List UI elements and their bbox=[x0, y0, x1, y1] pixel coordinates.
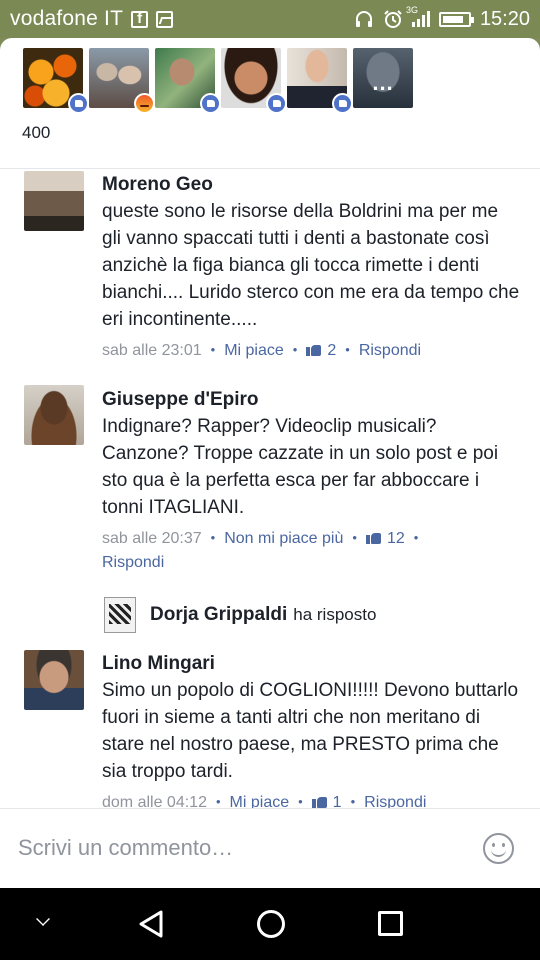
clock: 15:20 bbox=[479, 7, 530, 30]
status-icons: 3G 15:20 bbox=[354, 5, 530, 31]
comment-time: sab alle 20:37 bbox=[102, 530, 202, 547]
separator: • bbox=[292, 342, 298, 357]
like-reaction-icon bbox=[200, 93, 221, 114]
home-icon[interactable] bbox=[257, 910, 285, 938]
reactor-avatar[interactable] bbox=[89, 48, 155, 114]
reactor-avatar[interactable] bbox=[23, 48, 89, 114]
comment-text: Simo un popolo di COGLIONI!!!!! Devono b… bbox=[102, 680, 519, 782]
separator: • bbox=[352, 530, 357, 545]
avatar[interactable] bbox=[24, 650, 84, 710]
recent-apps-icon[interactable] bbox=[378, 911, 403, 936]
thumbs-up-icon bbox=[306, 342, 322, 356]
like-button[interactable]: Mi piace bbox=[224, 342, 284, 359]
separator: • bbox=[210, 342, 216, 357]
battery-icon bbox=[438, 11, 474, 27]
like-button[interactable]: Mi piace bbox=[230, 794, 290, 809]
angry-reaction-icon bbox=[134, 93, 155, 114]
like-count[interactable]: 2 bbox=[306, 342, 336, 359]
reply-preview[interactable]: Dorja Grippaldi ha risposto bbox=[104, 597, 376, 633]
hide-keyboard-icon[interactable] bbox=[36, 912, 50, 926]
headset-icon bbox=[355, 11, 372, 27]
comment-text: queste sono le risorse della Boldrini ma… bbox=[102, 201, 520, 330]
reply-button[interactable]: Rispondi bbox=[359, 342, 421, 359]
signal-icon: 3G bbox=[406, 5, 430, 27]
comment-meta: sab alle 23:01 • Mi piace • 2 • Rispondi bbox=[102, 339, 522, 363]
comment-meta: sab alle 20:37 • Non mi piace più • 12 • Rispo… bbox=[102, 527, 522, 575]
avatar[interactable] bbox=[24, 385, 84, 445]
comment-time: sab alle 23:01 bbox=[102, 342, 202, 359]
separator: • bbox=[215, 794, 221, 809]
comment-author[interactable]: Moreno Geo bbox=[102, 173, 522, 197]
like-reaction-icon bbox=[332, 93, 353, 114]
comment-time: dom alle 04:12 bbox=[102, 794, 207, 809]
facebook-notification-icon bbox=[131, 10, 149, 28]
separator: • bbox=[210, 530, 216, 545]
reply-verb: ha risposto bbox=[293, 605, 377, 624]
reactor-avatar[interactable] bbox=[221, 48, 287, 114]
reply-button[interactable]: Rispondi bbox=[364, 794, 426, 809]
back-icon[interactable] bbox=[138, 910, 164, 938]
more-reactors-label: ... bbox=[372, 70, 394, 95]
separator: • bbox=[350, 794, 356, 809]
reactors-strip[interactable]: ... bbox=[23, 48, 413, 114]
like-count-value: 1 bbox=[332, 794, 342, 809]
unlike-button[interactable]: Non mi piace più bbox=[224, 530, 343, 547]
reply-author: Dorja Grippaldi bbox=[150, 604, 288, 625]
thumbs-up-icon bbox=[365, 530, 381, 544]
alarm-icon bbox=[384, 10, 402, 28]
like-reaction-icon bbox=[266, 93, 287, 114]
comment-author[interactable]: Giuseppe d'Epiro bbox=[102, 388, 522, 412]
separator: • bbox=[345, 342, 350, 357]
comment-meta: dom alle 04:12 • Mi piace • 1 • Rispondi bbox=[102, 791, 522, 809]
reactor-avatar[interactable] bbox=[287, 48, 353, 114]
like-reaction-icon bbox=[68, 93, 89, 114]
comments-list: Moreno Geo queste sono le risorse della … bbox=[0, 169, 540, 809]
reactor-avatar[interactable] bbox=[155, 48, 221, 114]
comments-sheet: ... 400 Moreno Geo queste sono le risors… bbox=[0, 38, 540, 888]
comment-input[interactable] bbox=[18, 835, 458, 861]
avatar bbox=[104, 597, 136, 633]
like-count[interactable]: 12 bbox=[365, 530, 405, 547]
separator: • bbox=[298, 794, 303, 809]
reaction-count[interactable]: 400 bbox=[22, 123, 50, 143]
gallery-notification-icon bbox=[156, 10, 174, 28]
network-type: 3G bbox=[405, 5, 418, 15]
separator: • bbox=[413, 530, 419, 545]
like-count[interactable]: 1 bbox=[311, 794, 342, 809]
comment-text: Indignare? Rapper? Videoclip musicali? C… bbox=[102, 416, 499, 518]
reply-button[interactable]: Rispondi bbox=[102, 554, 164, 571]
like-count-value: 12 bbox=[386, 530, 405, 547]
avatar[interactable] bbox=[24, 171, 84, 231]
like-count-value: 2 bbox=[327, 342, 337, 359]
comment-author[interactable]: Lino Mingari bbox=[102, 652, 522, 676]
comment-composer bbox=[0, 808, 540, 888]
system-nav-bar bbox=[0, 888, 540, 960]
thumbs-up-icon bbox=[311, 794, 327, 808]
emoji-icon[interactable] bbox=[483, 833, 514, 864]
carrier-name: vodafone IT bbox=[10, 7, 124, 30]
more-reactors-button[interactable]: ... bbox=[353, 48, 413, 108]
status-bar: vodafone IT 3G 15:20 bbox=[0, 0, 540, 38]
